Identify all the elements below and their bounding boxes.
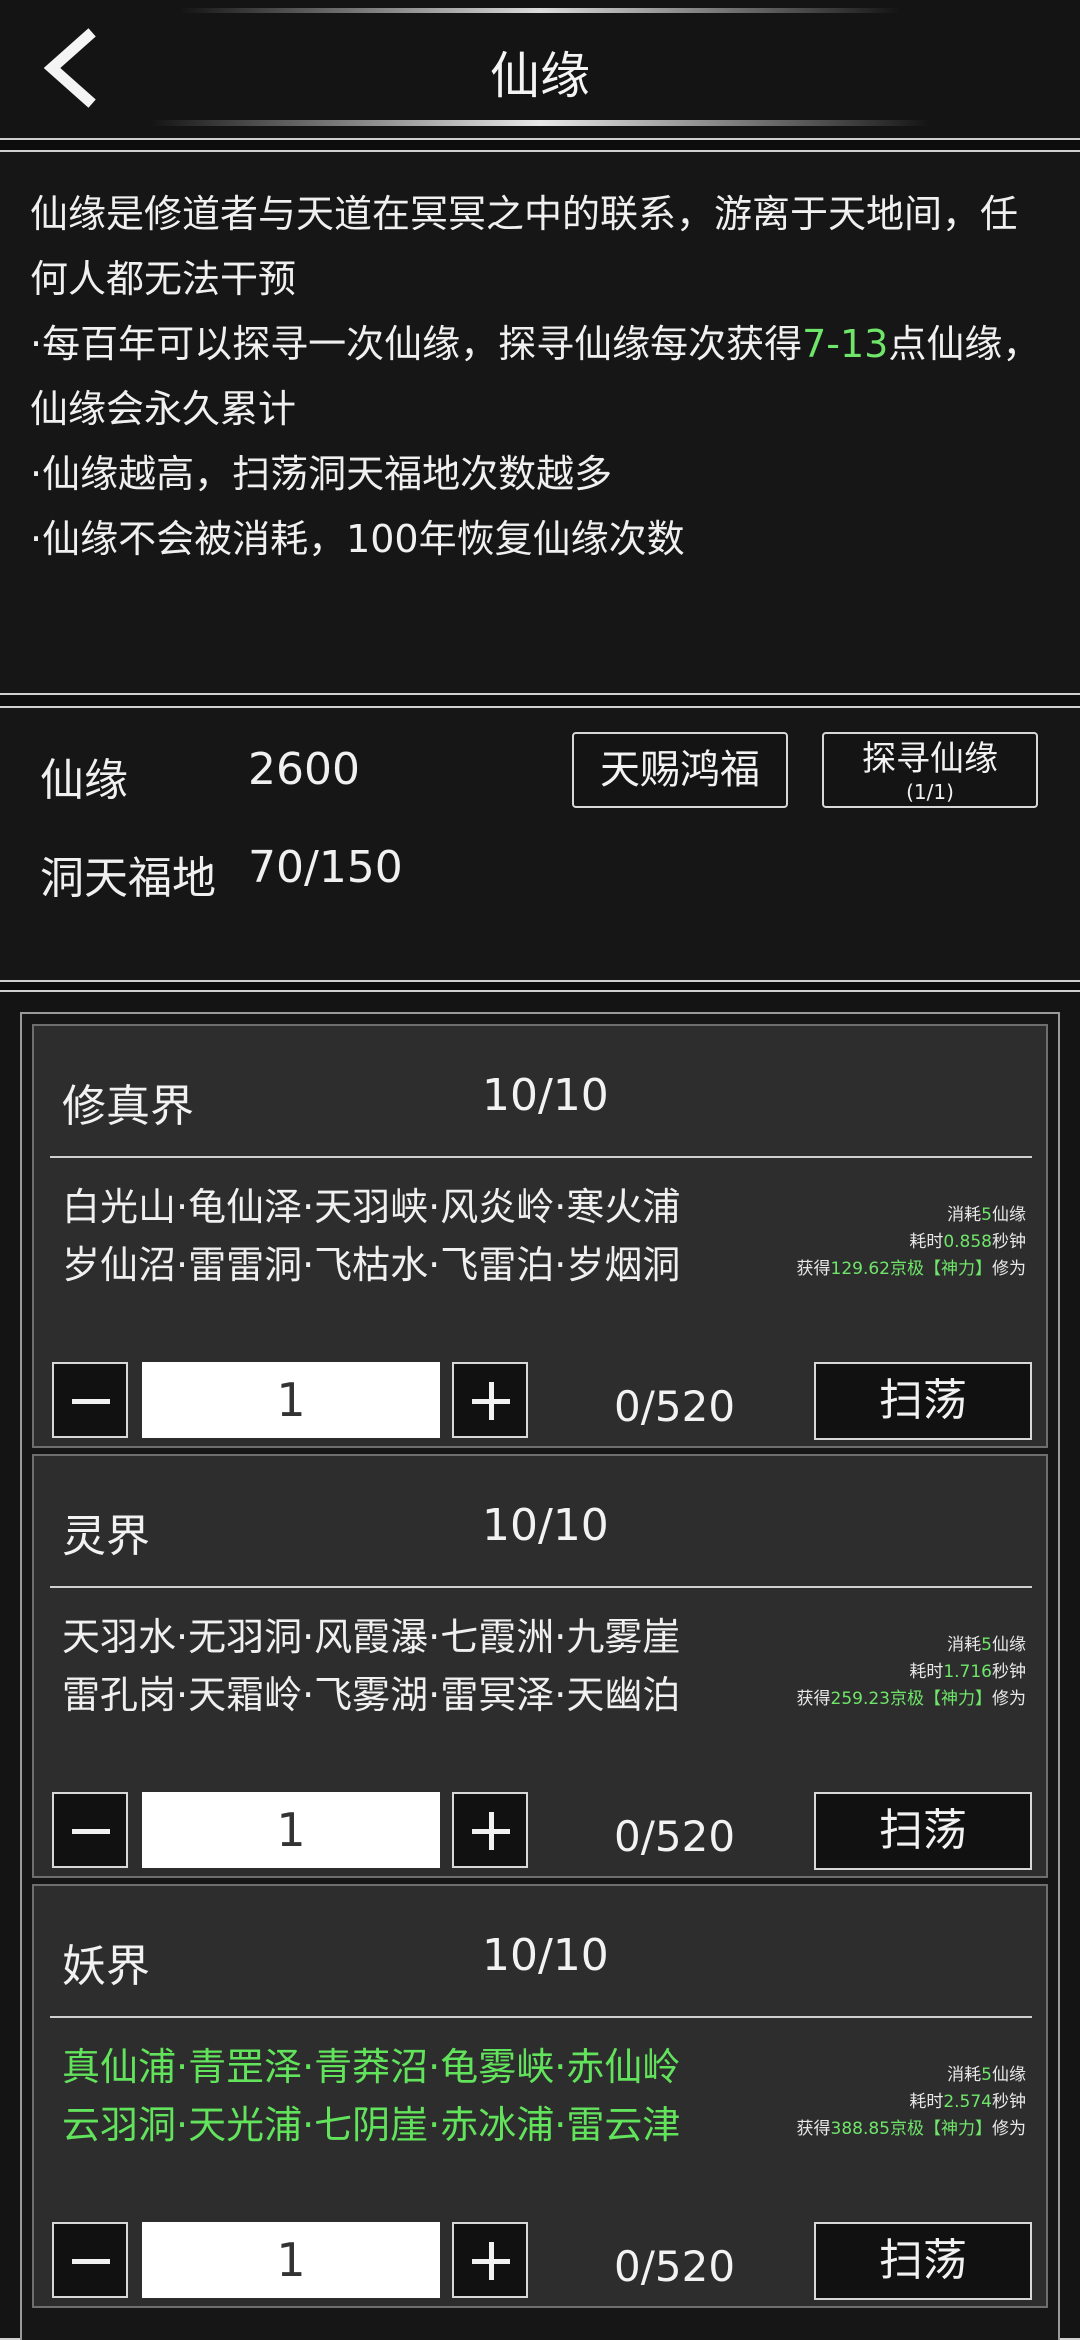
gain-label: 获得 [796,1689,831,1709]
cost-unit: 仙缘 [992,1205,1026,1225]
time-unit: 秒钟 [992,1232,1026,1252]
cost-unit: 仙缘 [992,1635,1026,1655]
gain-unit: 修为 [992,2119,1026,2139]
realm-gain: 获得259.23京极【神力】修为 [797,1686,1026,1713]
realm-card-xiuzhen: 修真界 10/10 白光山·龟仙泽·天羽峡·风炎岭·寒火浦 岁仙沼·雷雷洞·飞枯… [32,1024,1048,1448]
cost-label: 消耗 [947,2065,982,2085]
time-value: 1.716 [943,1662,992,1682]
time-label: 耗时 [909,1232,944,1252]
sweep-button[interactable]: 扫荡 [814,2222,1032,2300]
realm-name: 灵界 [62,1511,150,1562]
realm-gain: 获得388.85京极【神力】修为 [797,2116,1026,2143]
sweep-button[interactable]: 扫荡 [814,1792,1032,1870]
intro-line-3: ·仙缘越高，扫荡洞天福地次数越多 [30,452,613,496]
quantity-input[interactable] [142,2222,440,2298]
realm-info: 消耗5仙缘 耗时1.716秒钟 获得259.23京极【神力】修为 [797,1632,1026,1713]
sweep-count: 0/520 [614,1382,736,1431]
plus-button[interactable] [452,2222,528,2298]
locations-line-2: 云羽洞·天光浦·七阴崖·赤冰浦·雷云津 [62,2103,681,2147]
realm-divider [50,1586,1032,1588]
realm-progress: 10/10 [482,1500,609,1551]
quantity-input[interactable] [142,1792,440,1868]
cost-label: 消耗 [947,1205,982,1225]
sweep-count: 0/520 [614,1812,736,1861]
xianyuan-label: 仙缘 [40,755,128,806]
gain-unit: 修为 [992,1689,1026,1709]
realm-cost: 消耗5仙缘 [797,1632,1026,1659]
realm-progress: 10/10 [482,1930,609,1981]
intro-line-1: 仙缘是修道者与天道在冥冥之中的联系，游离于天地间，任何人都无法干预 [30,192,1019,301]
cost-unit: 仙缘 [992,2065,1026,2085]
plus-button[interactable] [452,1362,528,1438]
realm-progress: 10/10 [482,1070,609,1121]
header-bottom-glow [150,120,930,126]
cost-value: 5 [981,1205,992,1225]
quantity-input[interactable] [142,1362,440,1438]
gain-label: 获得 [796,2119,831,2139]
dongtian-value: 70/150 [248,842,403,893]
dongtian-label: 洞天福地 [40,853,216,904]
locations-line-1: 白光山·龟仙泽·天羽峡·风炎岭·寒火浦 [62,1185,681,1229]
time-value: 0.858 [943,1232,992,1252]
realm-info: 消耗5仙缘 耗时0.858秒钟 获得129.62京极【神力】修为 [797,1202,1026,1283]
realm-divider [50,1156,1032,1158]
minus-button[interactable] [52,2222,128,2298]
realm-card-yaojie: 妖界 10/10 真仙浦·青罡泽·青莽沼·龟雾峡·赤仙岭 云羽洞·天光浦·七阴崖… [32,1884,1048,2308]
realm-locations: 白光山·龟仙泽·天羽峡·风炎岭·寒火浦 岁仙沼·雷雷洞·飞枯水·飞雷泊·岁烟洞 [62,1178,782,1294]
realm-name: 修真界 [62,1081,194,1132]
gain-value: 129.62京极【神力】 [830,1259,992,1279]
realm-divider [50,2016,1032,2018]
xianyuan-value: 2600 [248,744,360,795]
gain-unit: 修为 [992,1259,1026,1279]
header-top-glow [180,8,900,13]
sweep-button[interactable]: 扫荡 [814,1362,1032,1440]
gain-value: 388.85京极【神力】 [830,2119,992,2139]
realm-info: 消耗5仙缘 耗时2.574秒钟 获得388.85京极【神力】修为 [797,2062,1026,2143]
realm-gain: 获得129.62京极【神力】修为 [797,1256,1026,1283]
realm-time: 耗时1.716秒钟 [797,1659,1026,1686]
locations-line-1: 真仙浦·青罡泽·青莽沼·龟雾峡·赤仙岭 [62,2045,681,2089]
realm-cost: 消耗5仙缘 [797,1202,1026,1229]
seek-button[interactable]: 探寻仙缘 (1/1) [822,732,1038,808]
time-value: 2.574 [943,2092,992,2112]
time-label: 耗时 [909,2092,944,2112]
plus-button[interactable] [452,1792,528,1868]
minus-button[interactable] [52,1792,128,1868]
realm-cost: 消耗5仙缘 [797,2062,1026,2089]
realm-time: 耗时0.858秒钟 [797,1229,1026,1256]
realm-card-lingjie: 灵界 10/10 天羽水·无羽洞·风霞瀑·七霞洲·九雾崖 雷孔岗·天霜岭·飞雾湖… [32,1454,1048,1878]
seek-button-count: (1/1) [906,780,954,804]
seek-button-label: 探寻仙缘 [862,739,998,779]
sweep-count: 0/520 [614,2242,736,2291]
time-label: 耗时 [909,1662,944,1682]
gain-value: 259.23京极【神力】 [830,1689,992,1709]
intro-panel: 仙缘是修道者与天道在冥冥之中的联系，游离于天地间，任何人都无法干预 ·每百年可以… [0,150,1080,695]
minus-button[interactable] [52,1362,128,1438]
gain-label: 获得 [796,1259,831,1279]
realm-locations: 天羽水·无羽洞·风霞瀑·七霞洲·九雾崖 雷孔岗·天霜岭·飞雾湖·雷冥泽·天幽泊 [62,1608,782,1724]
cost-value: 5 [981,1635,992,1655]
intro-line-2-pre: ·每百年可以探寻一次仙缘，探寻仙缘每次获得 [30,322,803,366]
locations-line-2: 岁仙沼·雷雷洞·飞枯水·飞雷泊·岁烟洞 [62,1243,681,1287]
intro-gain-range: 7-13 [802,322,889,366]
time-unit: 秒钟 [992,2092,1026,2112]
realm-time: 耗时2.574秒钟 [797,2089,1026,2116]
intro-line-4: ·仙缘不会被消耗，100年恢复仙缘次数 [30,517,685,561]
gift-button[interactable]: 天赐鸿福 [572,732,788,808]
locations-line-2: 雷孔岗·天霜岭·飞雾湖·雷冥泽·天幽泊 [62,1673,681,1717]
realm-locations: 真仙浦·青罡泽·青莽沼·龟雾峡·赤仙岭 云羽洞·天光浦·七阴崖·赤冰浦·雷云津 [62,2038,782,2154]
realm-name: 妖界 [62,1941,150,1992]
cost-label: 消耗 [947,1635,982,1655]
realms-panel: 修真界 10/10 白光山·龟仙泽·天羽峡·风炎岭·寒火浦 岁仙沼·雷雷洞·飞枯… [0,990,1080,2340]
locations-line-1: 天羽水·无羽洞·风霞瀑·七霞洲·九雾崖 [62,1615,681,1659]
intro-line-2: ·每百年可以探寻一次仙缘，探寻仙缘每次获得7-13点仙缘，仙缘会永久累计 [30,312,1050,442]
time-unit: 秒钟 [992,1662,1026,1682]
page-title: 仙缘 [490,47,590,105]
header-bar: 仙缘 [0,0,1080,140]
cost-value: 5 [981,2065,992,2085]
status-panel: 仙缘 2600 洞天福地 70/150 天赐鸿福 探寻仙缘 (1/1) [0,706,1080,982]
